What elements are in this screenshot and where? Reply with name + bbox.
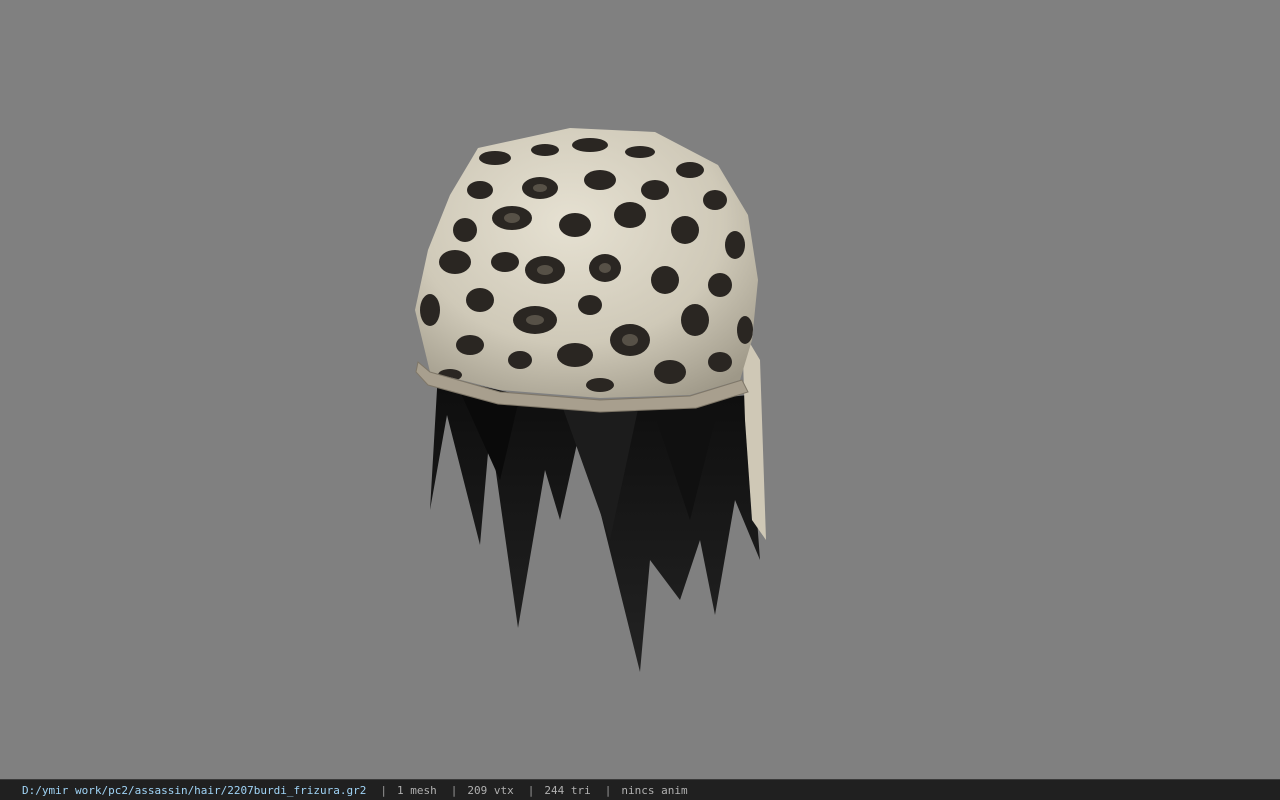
model-render [415, 128, 766, 672]
status-separator: | [604, 783, 612, 797]
vertex-count: 209 vtx [467, 783, 514, 797]
animation-status: nincs anim [621, 783, 688, 797]
status-separator: | [380, 783, 387, 797]
triangle-count: 244 tri [544, 783, 591, 797]
status-separator: | [527, 783, 535, 797]
status-bar: D:/ymir work/pc2/assassin/hair/2207burdi… [0, 779, 1280, 800]
model-file-path: D:/ymir work/pc2/assassin/hair/2207burdi… [22, 783, 367, 797]
3d-viewport[interactable] [0, 0, 1280, 779]
mesh-count: 1 mesh [397, 783, 437, 797]
status-separator: | [450, 783, 458, 797]
leopard-bandana-mesh [415, 128, 758, 413]
